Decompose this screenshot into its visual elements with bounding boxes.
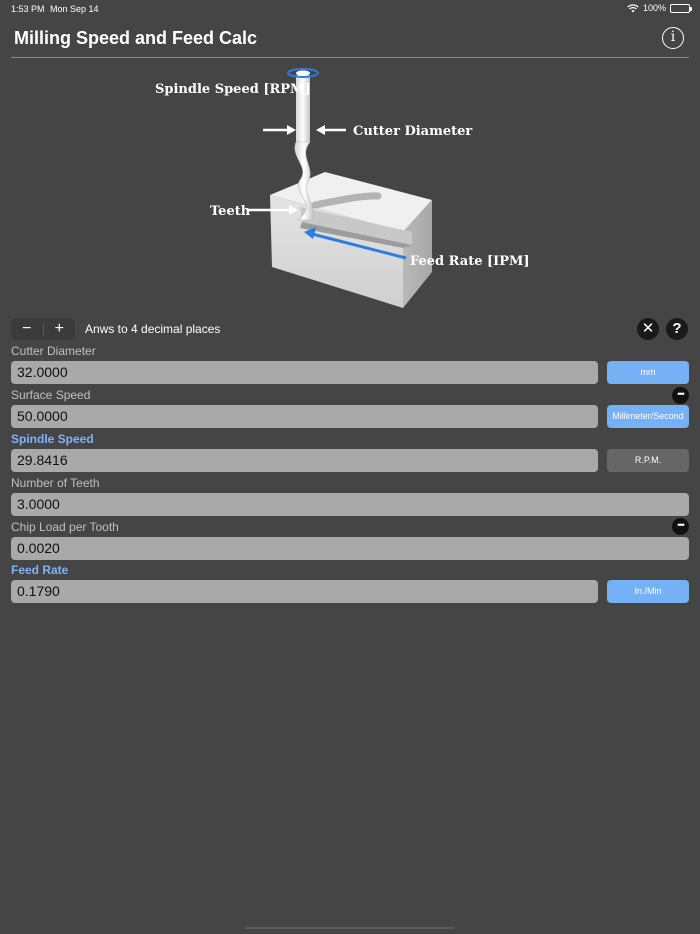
battery-icon [670, 3, 692, 13]
cutter-diameter-label-text: Cutter Diameter [11, 344, 96, 358]
cutter-diameter-label: Cutter Diameter [353, 124, 472, 139]
surface-speed-label: Surface Speed [11, 388, 91, 402]
page-title: Milling Speed and Feed Calc [14, 28, 258, 48]
battery-percent: 100% [642, 3, 666, 13]
decimal-stepper: − + [11, 318, 75, 340]
cutter-diameter-unit-button[interactable]: mm [607, 361, 689, 384]
help-icon[interactable]: ? [666, 318, 688, 340]
spindle-speed-input[interactable]: 29.8416 [11, 449, 598, 472]
cutter-diameter-input[interactable]: 32.0000 [11, 361, 598, 384]
decrement-button[interactable]: − [11, 318, 43, 340]
surface-speed-more-icon[interactable]: ••• [672, 387, 689, 404]
feed-rate-unit-button[interactable]: In./Min [607, 580, 689, 603]
wifi-icon [627, 3, 639, 12]
increment-button[interactable]: + [44, 318, 76, 340]
milling-diagram: Spindle Speed [RPM] Cutter Diameter Teet… [155, 68, 530, 308]
chip-load-label: Chip Load per Tooth [11, 520, 119, 534]
status-date: Mon Sep 14 [50, 4, 99, 14]
spindle-speed-unit-button[interactable]: R.P.M. [607, 449, 689, 472]
feed-rate-input[interactable]: 0.1790 [11, 580, 598, 603]
title-bar: Milling Speed and Feed Calc i [0, 22, 700, 58]
feed-rate-diagram-label: Feed Rate [IPM] [410, 254, 530, 269]
number-of-teeth-input[interactable]: 3.0000 [11, 493, 689, 516]
surface-speed-unit-button[interactable]: Millimeter/Second [607, 405, 689, 428]
number-of-teeth-label: Number of Teeth [11, 476, 100, 490]
status-bar: 1:53 PM Mon Sep 14 100% [0, 0, 700, 18]
feed-rate-label: Feed Rate [11, 563, 69, 577]
status-right: 100% [627, 3, 692, 13]
workpiece-block [270, 172, 432, 308]
status-time: 1:53 PM [11, 4, 45, 14]
decimal-places-text: Anws to 4 decimal places [85, 322, 221, 336]
header-divider [11, 57, 689, 58]
home-indicator[interactable] [245, 927, 455, 929]
spindle-speed-label: Spindle Speed [RPM] [155, 82, 311, 97]
teeth-label: Teeth [210, 204, 251, 219]
info-icon[interactable]: i [662, 27, 684, 49]
chip-load-more-icon[interactable]: ••• [672, 518, 689, 535]
surface-speed-input[interactable]: 50.0000 [11, 405, 598, 428]
spindle-speed-field-label: Spindle Speed [11, 432, 94, 446]
clear-icon[interactable]: ✕ [637, 318, 659, 340]
chip-load-input[interactable]: 0.0020 [11, 537, 689, 560]
